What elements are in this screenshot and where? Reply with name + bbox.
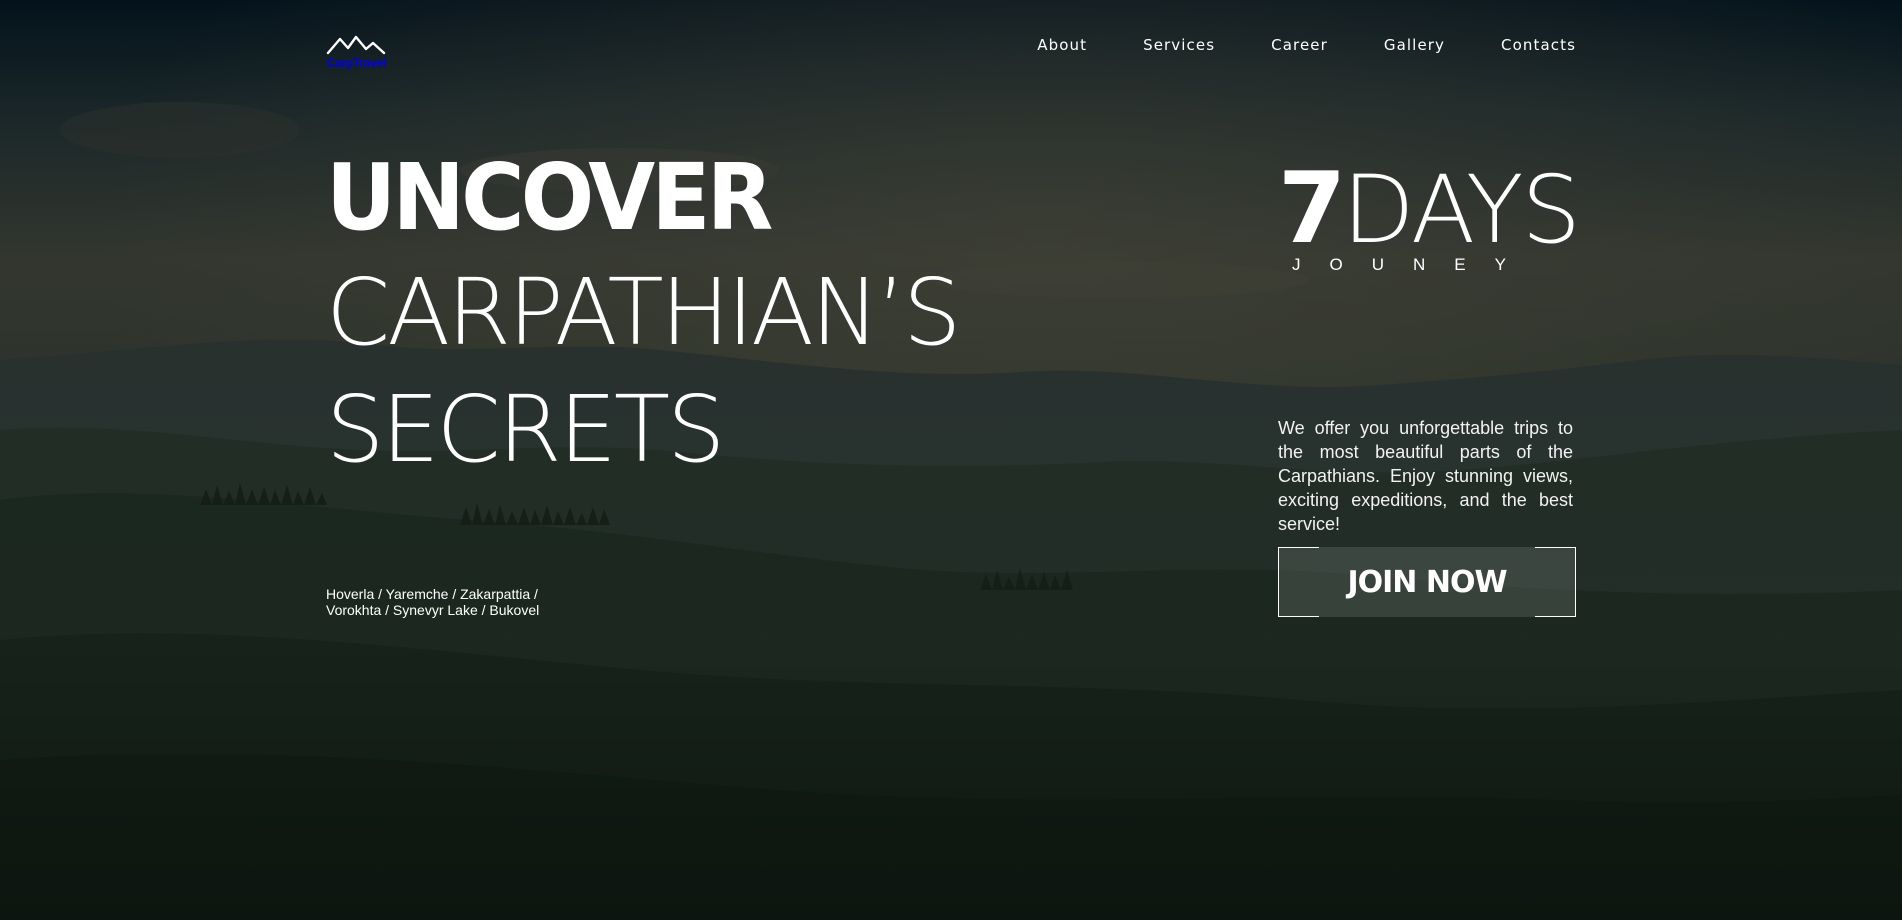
nav-item-career[interactable]: Career (1271, 36, 1328, 54)
logo-link[interactable]: CarpTravel (326, 34, 390, 74)
nav-item-services[interactable]: Services (1143, 36, 1215, 54)
join-now-button[interactable]: JOIN NOW (1278, 547, 1576, 617)
hero-title: UNCOVER CARPATHIAN’S SECRETS (326, 144, 961, 488)
nav-item-contacts[interactable]: Contacts (1501, 36, 1576, 54)
mountain-logo-icon (326, 35, 386, 55)
hero-section: CarpTravel About Services Career Gallery… (0, 0, 1902, 920)
places-line-2: Vorokhta / Synevyr Lake / Bukovel (326, 602, 540, 618)
hero-title-line-1: UNCOVER (326, 144, 773, 251)
button-corner-left (1278, 547, 1319, 617)
hero-title-line-2: CARPATHIAN’S (326, 259, 961, 366)
button-corner-right (1535, 547, 1576, 617)
site-header: CarpTravel About Services Career Gallery… (326, 34, 1576, 74)
days-number: 7 (1278, 152, 1346, 266)
logo-text: CarpTravel (327, 56, 387, 70)
nav-item-gallery[interactable]: Gallery (1384, 36, 1445, 54)
nav-item-about[interactable]: About (1037, 36, 1087, 54)
join-now-label: JOIN NOW (1347, 564, 1507, 600)
places-list: Hoverla / Yaremche / Zakarpattia / Vorok… (326, 586, 586, 618)
places-line-1: Hoverla / Yaremche / Zakarpattia / (326, 586, 538, 602)
main-nav: About Services Career Gallery Contacts (1037, 36, 1576, 54)
journey-label: JOUNEY (1292, 255, 1535, 274)
hero-title-line-3: SECRETS (326, 376, 725, 483)
hero-description: We offer you unforgettable trips to the … (1278, 418, 1573, 534)
days-counter: 7DAYS (1278, 160, 1581, 258)
days-word: DAYS (1342, 156, 1581, 265)
